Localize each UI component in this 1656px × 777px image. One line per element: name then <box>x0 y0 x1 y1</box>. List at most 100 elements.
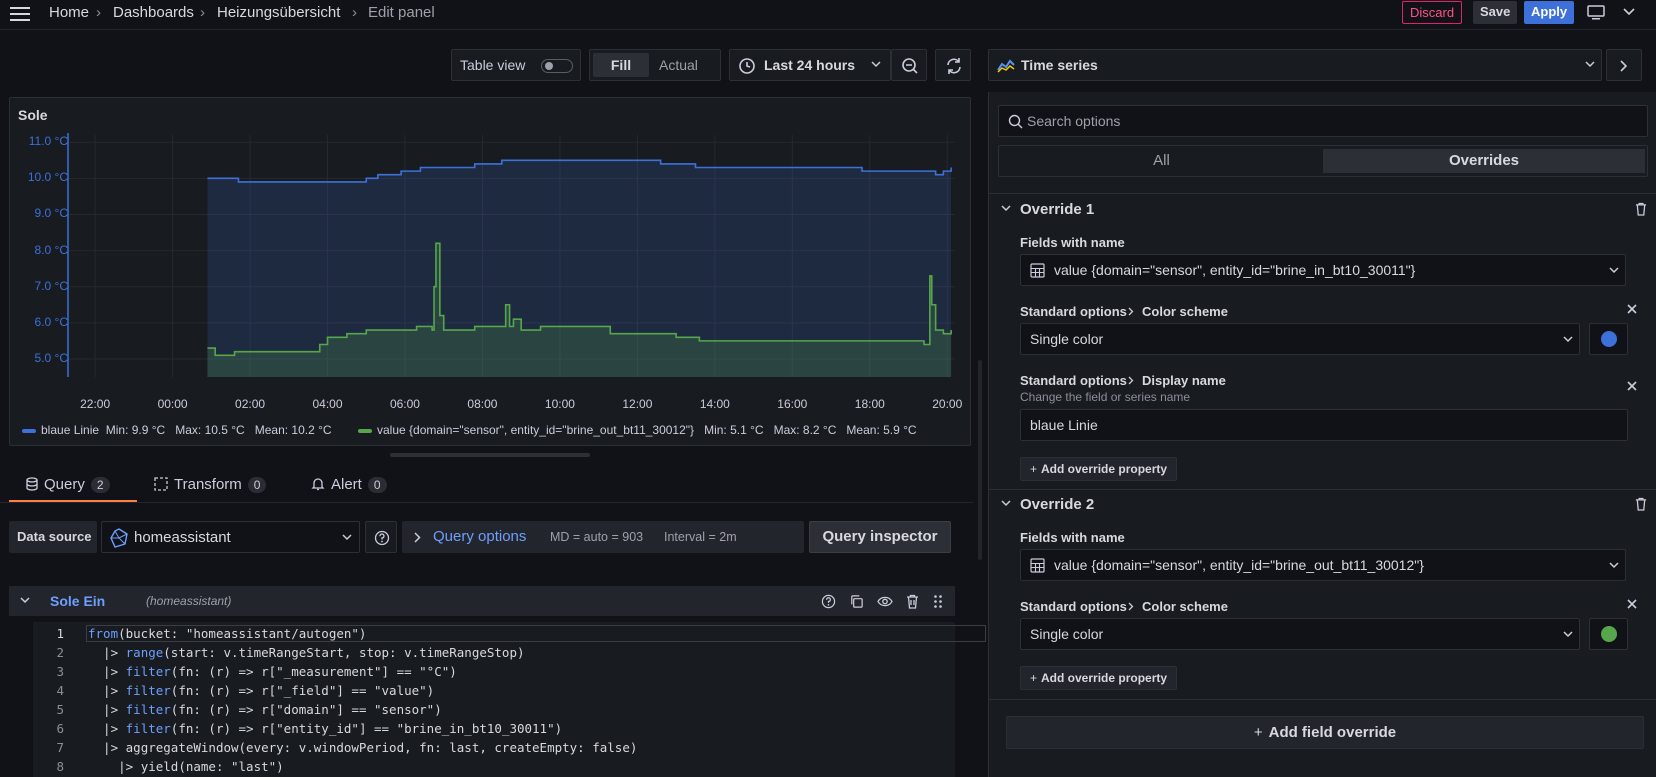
actual-button[interactable]: Actual <box>659 57 698 73</box>
add-override-property-button[interactable]: + Add override property <box>1020 666 1178 690</box>
code-line[interactable]: |> filter(fn: (r) => r["domain"] == "sen… <box>88 702 442 717</box>
chevron-down-icon <box>1609 267 1619 275</box>
y-tick-label: 5.0 °C <box>34 350 68 365</box>
legend-max: Max: 10.5 °C <box>175 423 245 437</box>
breadcrumb-dashboards[interactable]: Dashboards <box>113 4 194 21</box>
query-options-bar[interactable]: Query options MD = auto = 903 Interval =… <box>402 521 804 553</box>
code-line[interactable]: |> range(start: v.timeRangeStart, stop: … <box>88 645 525 660</box>
color-scheme-select[interactable]: Single color <box>1020 618 1580 650</box>
discard-button[interactable]: Discard <box>1402 1 1463 24</box>
code-line[interactable]: |> yield(name: "last") <box>88 759 284 774</box>
vertical-splitter[interactable] <box>978 360 982 560</box>
breadcrumb-home[interactable]: Home <box>49 4 89 21</box>
close-icon[interactable] <box>1627 599 1637 609</box>
code-line[interactable]: |> aggregateWindow(every: v.windowPeriod… <box>88 740 637 755</box>
code-text: (fn: (r) => r["domain"] == "sensor") <box>170 702 442 717</box>
legend-min: Min: 5.1 °C <box>704 423 764 437</box>
time-range-picker[interactable]: Last 24 hours <box>729 49 891 81</box>
x-tick-label: 02:00 <box>235 397 266 411</box>
time-series-icon <box>997 58 1015 74</box>
code-pipe: |> <box>88 683 126 698</box>
color-swatch <box>1601 626 1617 642</box>
code-text: (fn: (r) => r["_measurement"] == "°C") <box>170 664 457 679</box>
trash-icon[interactable] <box>1635 497 1647 511</box>
splitter-handle[interactable] <box>390 453 590 457</box>
datasource-help-button[interactable] <box>365 521 397 553</box>
menu-icon[interactable] <box>10 4 32 22</box>
trash-icon[interactable] <box>1635 202 1647 216</box>
tab-alert[interactable]: Alert 0 <box>311 476 387 493</box>
eye-icon[interactable] <box>877 595 893 608</box>
tab-all[interactable]: All <box>999 146 1324 176</box>
chevron-down-icon <box>1585 61 1595 69</box>
fill-button[interactable]: Fill <box>593 53 649 77</box>
y-tick-label: 7.0 °C <box>34 278 68 293</box>
divider <box>989 489 1656 490</box>
color-scheme-value: Single color <box>1030 331 1104 347</box>
y-tick-label: 11.0 °C <box>28 134 68 149</box>
add-field-override-button[interactable]: + Add field override <box>1006 716 1644 749</box>
field-name-select[interactable]: value {domain="sensor", entity_id="brine… <box>1020 549 1626 581</box>
query-name[interactable]: Sole Ein <box>50 593 105 609</box>
chevron-down-icon[interactable] <box>1001 205 1011 213</box>
property-name: Color scheme <box>1142 304 1228 319</box>
chevron-down-icon[interactable] <box>1001 500 1011 508</box>
copy-icon[interactable] <box>849 594 864 609</box>
query-inspector-button[interactable]: Query inspector <box>809 521 951 553</box>
field-name-select[interactable]: value {domain="sensor", entity_id="brine… <box>1020 254 1626 286</box>
chevron-right-icon <box>1128 602 1134 611</box>
collapse-options-button[interactable] <box>1606 49 1642 81</box>
tab-overrides[interactable]: Overrides <box>1323 149 1645 173</box>
drag-handle-icon[interactable] <box>933 594 943 609</box>
tab-transform[interactable]: Transform 0 <box>154 476 267 493</box>
color-picker[interactable] <box>1589 323 1628 355</box>
query-row-header[interactable]: Sole Ein (homeassistant) <box>9 586 955 616</box>
monitor-icon[interactable] <box>1587 5 1605 21</box>
panel: Sole 11.0 °C 10.0 °C 9.0 °C 8.0 °C 7.0 °C 6.0… <box>9 97 971 446</box>
bell-icon <box>311 477 325 491</box>
datasource-picker[interactable]: homeassistant <box>101 521 360 553</box>
chevron-down-icon[interactable] <box>1623 7 1635 17</box>
table-view-toggle[interactable]: Table view <box>451 49 581 81</box>
close-icon[interactable] <box>1627 304 1637 314</box>
legend-mean: Mean: 10.2 °C <box>254 423 332 437</box>
chart[interactable] <box>10 98 972 447</box>
color-picker[interactable] <box>1589 618 1628 650</box>
code-keyword: from <box>88 626 119 641</box>
visualization-picker[interactable]: Time series <box>988 49 1602 81</box>
breadcrumb-separator: › <box>96 4 101 21</box>
trash-icon[interactable] <box>906 594 919 609</box>
toggle-switch[interactable] <box>541 59 573 73</box>
breadcrumb-dashboard[interactable]: Heizungsübersicht <box>217 4 340 21</box>
legend-name: blaue Linie <box>41 423 100 437</box>
close-icon[interactable] <box>1627 381 1637 391</box>
save-button[interactable]: Save <box>1473 1 1518 24</box>
x-tick-label: 08:00 <box>467 397 498 411</box>
color-scheme-select[interactable]: Single color <box>1020 323 1580 355</box>
divider <box>989 193 1656 194</box>
search-options-input[interactable]: Search options <box>998 105 1648 137</box>
code-line[interactable]: |> filter(fn: (r) => r["_measurement"] =… <box>88 664 457 679</box>
x-tick-label: 12:00 <box>622 397 653 411</box>
zoom-out-button[interactable] <box>891 49 927 81</box>
add-override-property-button[interactable]: + Add override property <box>1020 457 1178 481</box>
code-text: (start: v.timeRangeStart, stop: v.timeRa… <box>163 645 525 660</box>
help-icon[interactable] <box>821 594 836 609</box>
code-line[interactable]: |> filter(fn: (r) => r["entity_id"] == "… <box>88 721 562 736</box>
chevron-down-icon[interactable] <box>20 597 30 605</box>
display-name-input[interactable]: blaue Linie <box>1020 409 1628 441</box>
tab-query[interactable]: Query 2 <box>26 476 110 493</box>
apply-button[interactable]: Apply <box>1524 1 1575 24</box>
override-1-title[interactable]: Override 1 <box>1020 201 1094 218</box>
legend-item-blaue-linie[interactable]: blaue Linie Min: 9.9 °C Max: 10.5 °C Mea… <box>22 423 332 437</box>
chevron-right-icon <box>1620 60 1628 72</box>
chevron-right-icon <box>1128 307 1134 316</box>
query-source: (homeassistant) <box>146 594 232 608</box>
refresh-button[interactable] <box>935 49 971 81</box>
code-line[interactable]: from(bucket: "homeassistant/autogen") <box>88 626 366 641</box>
legend-item-brine-out[interactable]: value {domain="sensor", entity_id="brine… <box>358 423 917 437</box>
code-line[interactable]: |> filter(fn: (r) => r["_field"] == "val… <box>88 683 434 698</box>
field-name-value: value {domain="sensor", entity_id="brine… <box>1054 262 1416 278</box>
code-text: yield(name: "last") <box>140 759 284 774</box>
override-2-title[interactable]: Override 2 <box>1020 496 1094 513</box>
